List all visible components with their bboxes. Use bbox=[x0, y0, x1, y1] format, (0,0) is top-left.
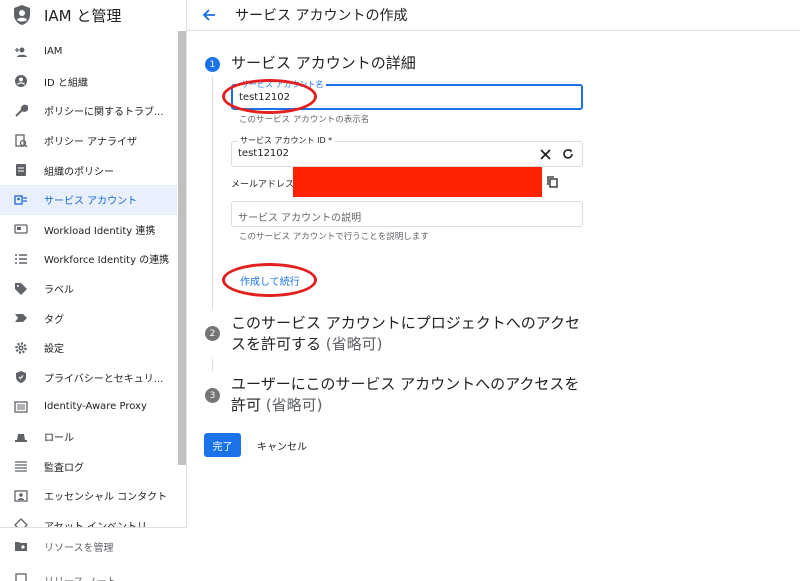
sidebar-item-iam[interactable]: IAM bbox=[0, 37, 177, 67]
account-circle-icon bbox=[15, 75, 27, 88]
service-account-id-value: test12102 bbox=[238, 148, 290, 159]
sidebar-scrollbar[interactable] bbox=[178, 31, 186, 465]
service-account-icon bbox=[14, 195, 27, 205]
email-label: メールアドレス: bbox=[231, 180, 298, 190]
sidebar-item-workload-identity[interactable]: Workload Identity 連携 bbox=[0, 215, 177, 245]
sidebar-item-settings[interactable]: 設定 bbox=[0, 333, 177, 363]
hat-icon bbox=[15, 433, 27, 442]
page-header: サービス アカウントの作成 bbox=[187, 0, 800, 31]
step-3-title-line2-wrap: 許可 (省略可) bbox=[231, 395, 579, 416]
sidebar-item-label: ポリシー アナライザ bbox=[44, 137, 137, 149]
service-account-id-field[interactable]: サービス アカウント ID * test12102 bbox=[231, 135, 583, 167]
iam-shield-icon bbox=[14, 5, 30, 25]
gear-icon bbox=[15, 341, 27, 354]
sidebar-item-roles[interactable]: ロール bbox=[0, 422, 177, 452]
document-icon bbox=[16, 164, 26, 177]
policy-analyzer-icon bbox=[15, 133, 28, 148]
done-button[interactable]: 完了 bbox=[204, 433, 241, 457]
chevron-tag-icon bbox=[15, 314, 27, 323]
shield-icon bbox=[16, 371, 26, 384]
step-2-title-line1: このサービス アカウントにプロジェクトへのアクセ bbox=[231, 314, 581, 332]
sidebar-item-label: Identity-Aware Proxy bbox=[44, 401, 147, 413]
email-redaction bbox=[293, 167, 542, 197]
step-3-title: ユーザーにこのサービス アカウントへのアクセスを 許可 (省略可) bbox=[231, 374, 579, 416]
sidebar-item-essential-contacts[interactable]: エッセンシャル コンタクト bbox=[0, 481, 177, 511]
sidebar-item-label: 監査ログ bbox=[44, 462, 84, 474]
back-arrow-icon[interactable] bbox=[201, 7, 217, 23]
sidebar-item-policy-analyzer[interactable]: ポリシー アナライザ bbox=[0, 126, 177, 156]
person-add-icon bbox=[15, 47, 27, 57]
service-account-name-hint: このサービス アカウントの表示名 bbox=[239, 115, 370, 125]
sidebar-item-label: 組織のポリシー bbox=[44, 166, 114, 178]
step-2-title-line2: スを許可する bbox=[231, 335, 322, 353]
sidebar-item-label: Workforce Identity の連携 bbox=[44, 255, 170, 267]
contact-icon bbox=[14, 490, 28, 502]
sidebar-item-label: ラベル bbox=[44, 285, 74, 297]
sidebar-item-label: エッセンシャル コンタクト bbox=[44, 492, 168, 504]
step-2-rail bbox=[212, 359, 213, 371]
description-field[interactable]: サービス アカウントの説明 bbox=[231, 201, 583, 227]
sidebar-item-labels[interactable]: ラベル bbox=[0, 274, 177, 304]
folder-gear-icon bbox=[15, 542, 27, 551]
sidebar-item-privacy-security[interactable]: プライバシーとセキュリ... bbox=[0, 363, 177, 393]
sidebar-item-label: 設定 bbox=[44, 344, 64, 356]
step-3-title-line2: 許可 bbox=[231, 396, 262, 414]
copy-icon[interactable] bbox=[547, 176, 558, 188]
sidebar-item-label: タグ bbox=[44, 314, 64, 326]
sidebar-item-tags[interactable]: タグ bbox=[0, 303, 177, 333]
clear-icon[interactable] bbox=[540, 149, 551, 160]
sidebar-item-label: プライバシーとセキュリ... bbox=[44, 373, 164, 385]
annotation-circle-name bbox=[222, 79, 317, 114]
step-3-title-line1: ユーザーにこのサービス アカウントへのアクセスを bbox=[231, 375, 580, 393]
sidebar-item-manage-resources[interactable]: リソースを管理 bbox=[0, 532, 187, 560]
sidebar-item-label: リソースを管理 bbox=[44, 542, 114, 554]
id-card-icon bbox=[14, 224, 28, 235]
sidebar-item-label: ロール bbox=[44, 433, 74, 445]
step-1-title: サービス アカウントの詳細 bbox=[231, 54, 416, 72]
sidebar: IAM と管理 IAM ID と組織 ポリシーに関するトラブ... ポリシー ア… bbox=[0, 0, 187, 581]
description-placeholder: サービス アカウントの説明 bbox=[238, 213, 362, 224]
service-account-id-label: サービス アカウント ID * bbox=[238, 135, 335, 146]
sidebar-item-workforce-identity[interactable]: Workforce Identity の連携 bbox=[0, 244, 177, 274]
tag-icon bbox=[15, 282, 27, 295]
refresh-icon[interactable] bbox=[562, 148, 574, 160]
sidebar-item-label: ID と組織 bbox=[44, 77, 88, 89]
sidebar-item-audit-logs[interactable]: 監査ログ bbox=[0, 451, 177, 481]
step-2-title-line2-wrap: スを許可する (省略可) bbox=[231, 334, 580, 355]
step-1-rail bbox=[212, 77, 213, 309]
step-2-optional: (省略可) bbox=[325, 335, 383, 353]
lines-icon bbox=[15, 461, 27, 472]
page-title: サービス アカウントの作成 bbox=[235, 8, 408, 24]
sidebar-item-release-notes[interactable]: リリース ノート bbox=[0, 566, 187, 581]
notes-icon bbox=[15, 573, 27, 581]
step-3-number: 3 bbox=[205, 388, 220, 403]
sidebar-nav: IAM ID と組織 ポリシーに関するトラブ... ポリシー アナライザ 組織の… bbox=[0, 37, 177, 540]
sidebar-item-troubleshooter[interactable]: ポリシーに関するトラブ... bbox=[0, 96, 177, 126]
sidebar-header: IAM と管理 bbox=[0, 0, 187, 31]
wrench-icon bbox=[15, 104, 28, 117]
step-1-number: 1 bbox=[205, 57, 220, 72]
sidebar-item-label: サービス アカウント bbox=[44, 196, 138, 208]
sidebar-footer: リソースを管理 リリース ノート bbox=[0, 527, 187, 581]
sidebar-item-label: IAM bbox=[44, 46, 63, 58]
cancel-button[interactable]: キャンセル bbox=[250, 433, 314, 457]
list-icon bbox=[15, 254, 27, 264]
step-2-number: 2 bbox=[205, 326, 220, 341]
sidebar-title: IAM と管理 bbox=[44, 7, 122, 25]
sidebar-item-org-policy[interactable]: 組織のポリシー bbox=[0, 155, 177, 185]
step-2-title: このサービス アカウントにプロジェクトへのアクセ スを許可する (省略可) bbox=[231, 313, 580, 355]
step-3-optional: (省略可) bbox=[265, 396, 323, 414]
sidebar-item-iap[interactable]: Identity-Aware Proxy bbox=[0, 392, 177, 422]
sidebar-item-id-org[interactable]: ID と組織 bbox=[0, 67, 177, 97]
proxy-icon bbox=[14, 401, 28, 413]
sidebar-item-service-accounts[interactable]: サービス アカウント bbox=[0, 184, 177, 215]
description-hint: このサービス アカウントで行うことを説明します bbox=[239, 232, 429, 242]
sidebar-item-label: Workload Identity 連携 bbox=[44, 225, 156, 237]
sidebar-item-label: リリース ノート bbox=[44, 573, 117, 581]
sidebar-item-label: ポリシーに関するトラブ... bbox=[44, 107, 164, 119]
annotation-circle-create bbox=[222, 263, 317, 297]
